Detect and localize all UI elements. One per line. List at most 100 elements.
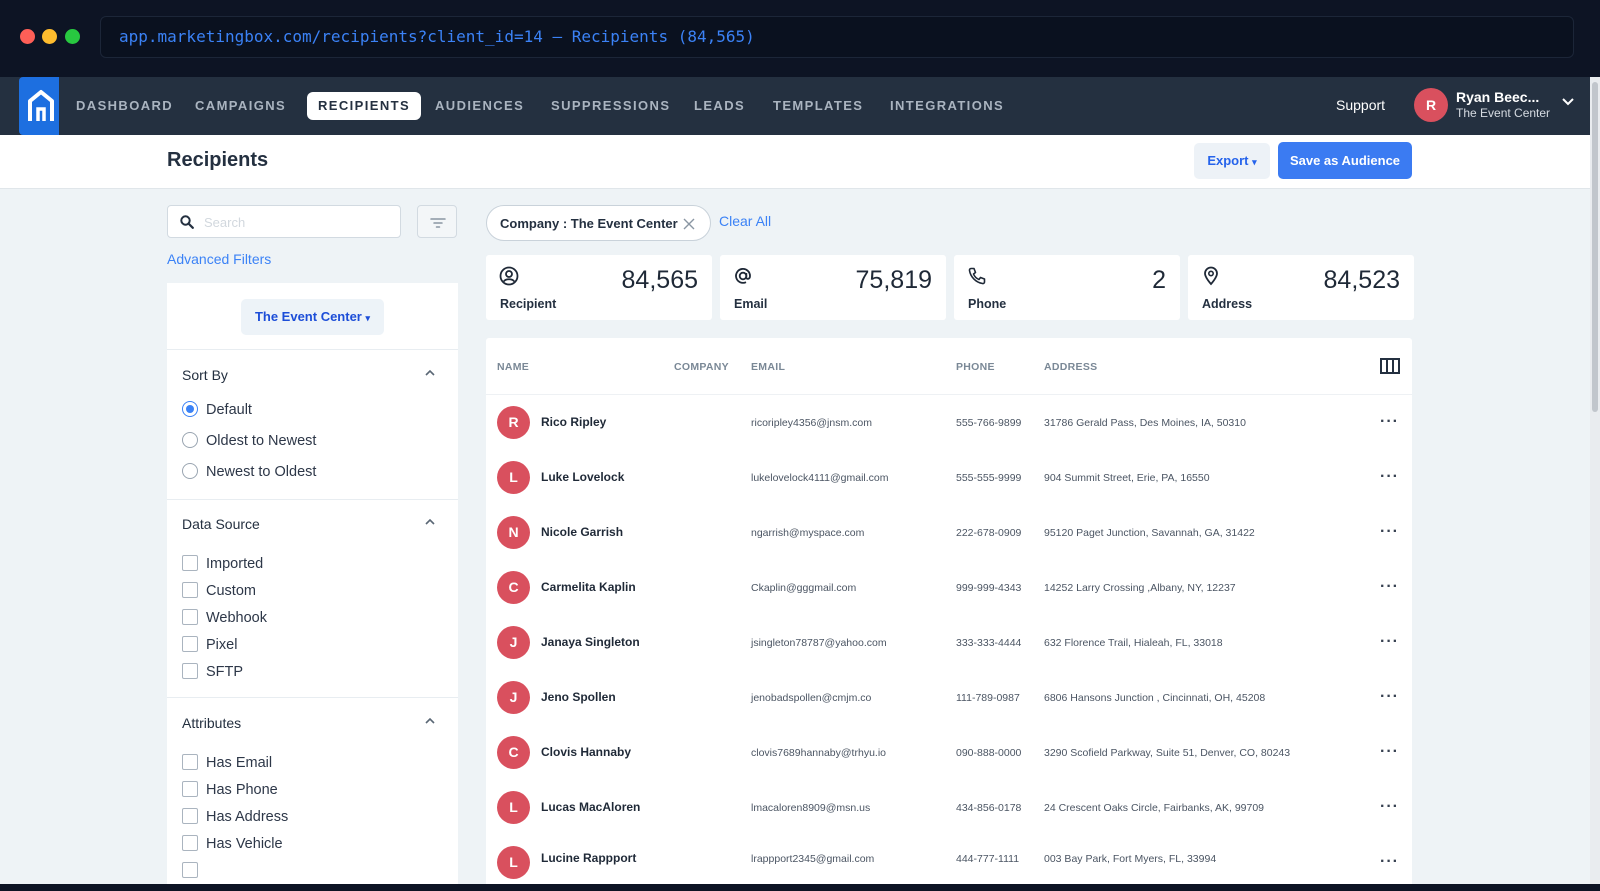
more-options-icon[interactable]: ··· [1380,688,1399,706]
recipient-name[interactable]: Rico Ripley [541,415,606,429]
chevron-up-icon[interactable] [424,518,436,526]
chevron-up-icon[interactable] [424,717,436,725]
more-options-icon[interactable]: ··· [1380,523,1399,541]
nav-dashboard[interactable]: DASHBOARD [65,92,184,120]
more-options-icon[interactable]: ··· [1380,413,1399,431]
export-dropdown-button[interactable]: Export ▾ [1194,143,1270,179]
window-frame-bottom [0,884,1600,891]
checkbox[interactable] [182,754,198,770]
column-header-email[interactable]: EMAIL [751,361,785,373]
recipient-email: lrappport2345@gmail.com [751,853,875,865]
advanced-filters-link[interactable]: Advanced Filters [167,251,271,267]
checkbox[interactable] [182,862,198,878]
user-organization: The Event Center [1456,106,1551,120]
table-row[interactable]: C Carmelita Kaplin Ckaplin@gggmail.com 9… [486,560,1412,616]
save-as-audience-button[interactable]: Save as Audience [1278,142,1412,179]
avatar: L [497,846,530,879]
clear-all-link[interactable]: Clear All [719,213,771,229]
more-options-icon[interactable]: ··· [1380,468,1399,486]
recipient-name[interactable]: Lucine Rappport [541,851,636,865]
recipient-name[interactable]: Clovis Hannaby [541,745,631,759]
search-field[interactable] [167,205,401,238]
recipient-name[interactable]: Lucas MacAloren [541,800,640,814]
recipient-phone: 999-999-4343 [956,582,1022,594]
checkbox-label: Has Vehicle [206,836,283,852]
stat-label: Recipient [500,297,557,311]
table-row[interactable]: L Lucas MacAloren lmacaloren8909@msn.us … [486,780,1412,836]
export-label: Export [1207,153,1249,168]
recipient-phone: 555-766-9899 [956,417,1022,429]
stat-card-recipient: Recipient 84,565 [486,255,712,320]
user-avatar[interactable]: R [1414,88,1448,122]
stat-value: 2 [1152,266,1166,294]
nav-campaigns[interactable]: CAMPAIGNS [184,92,297,120]
client-selector[interactable]: The Event Center ▾ [241,299,384,335]
recipient-name[interactable]: Jeno Spollen [541,690,616,704]
table-row[interactable]: J Janaya Singleton jsingleton78787@yahoo… [486,615,1412,671]
recipient-email: ricoripley4356@jnsm.com [751,417,872,429]
recipient-name[interactable]: Nicole Garrish [541,525,623,539]
table-row[interactable]: N Nicole Garrish ngarrish@myspace.com 22… [486,505,1412,561]
table-row[interactable]: C Clovis Hannaby clovis7689hannaby@trhyu… [486,725,1412,781]
recipient-address: 3290 Scofield Parkway, Suite 51, Denver,… [1044,747,1291,759]
app-logo[interactable] [19,77,59,135]
recipient-name[interactable]: Carmelita Kaplin [541,580,636,594]
nav-templates[interactable]: TEMPLATES [762,92,874,120]
nav-leads[interactable]: LEADS [683,92,756,120]
checkbox[interactable] [182,582,198,598]
column-header-company[interactable]: COMPANY [674,361,729,373]
recipient-address: 24 Crescent Oaks Circle, Fairbanks, AK, … [1044,802,1265,814]
close-icon[interactable] [683,218,695,230]
more-options-icon[interactable]: ··· [1380,578,1399,596]
filter-button[interactable] [417,205,457,238]
nav-integrations[interactable]: INTEGRATIONS [879,92,1015,120]
nav-suppressions[interactable]: SUPPRESSIONS [540,92,681,120]
maximize-window-button[interactable] [65,29,80,44]
more-options-icon[interactable]: ··· [1380,853,1399,871]
close-window-button[interactable] [20,29,35,44]
chevron-up-icon[interactable] [424,369,436,377]
stat-card-phone: Phone 2 [954,255,1180,320]
user-name[interactable]: Ryan Beec... [1456,89,1539,105]
radio-selected[interactable] [182,401,198,417]
checkbox[interactable] [182,663,198,679]
scrollbar-thumb[interactable] [1592,82,1598,412]
chevron-down-icon[interactable] [1561,97,1575,107]
checkbox[interactable] [182,555,198,571]
table-row[interactable]: L Lucine Rappport lrappport2345@gmail.co… [486,835,1412,884]
checkbox-label: Webhook [206,610,267,626]
minimize-window-button[interactable] [42,29,57,44]
filter-icon [430,218,446,228]
address-bar[interactable]: app.marketingbox.com/recipients?client_i… [100,16,1574,58]
more-options-icon[interactable]: ··· [1380,633,1399,651]
divider [167,349,458,350]
filter-chip[interactable]: Company : The Event Center [486,205,711,241]
radio[interactable] [182,432,198,448]
recipient-email: ngarrish@myspace.com [751,527,865,539]
more-options-icon[interactable]: ··· [1380,798,1399,816]
table-row[interactable]: L Luke Lovelock lukelovelock4111@gmail.c… [486,450,1412,506]
nav-recipients[interactable]: RECIPIENTS [307,92,422,120]
checkbox[interactable] [182,808,198,824]
column-header-address[interactable]: ADDRESS [1044,361,1097,373]
table-row[interactable]: J Jeno Spollen jenobadspollen@cmjm.co 11… [486,670,1412,726]
search-input[interactable] [204,212,394,232]
recipient-name[interactable]: Luke Lovelock [541,470,624,484]
checkbox[interactable] [182,781,198,797]
column-header-name[interactable]: NAME [497,361,529,373]
recipient-name[interactable]: Janaya Singleton [541,635,640,649]
radio[interactable] [182,463,198,479]
recipient-phone: 111-789-0987 [956,692,1020,704]
checkbox[interactable] [182,835,198,851]
column-header-phone[interactable]: PHONE [956,361,995,373]
filter-sidebar: The Event Center ▾ Sort By Default Oldes… [167,283,458,884]
nav-audiences[interactable]: AUDIENCES [424,92,535,120]
sort-option-label: Oldest to Newest [206,433,317,449]
more-options-icon[interactable]: ··· [1380,743,1399,761]
table-row[interactable]: R Rico Ripley ricoripley4356@jnsm.com 55… [486,395,1412,451]
checkbox[interactable] [182,636,198,652]
support-link[interactable]: Support [1336,97,1385,113]
columns-icon[interactable] [1380,358,1400,374]
checkbox[interactable] [182,609,198,625]
recipient-phone: 333-333-4444 [956,637,1022,649]
